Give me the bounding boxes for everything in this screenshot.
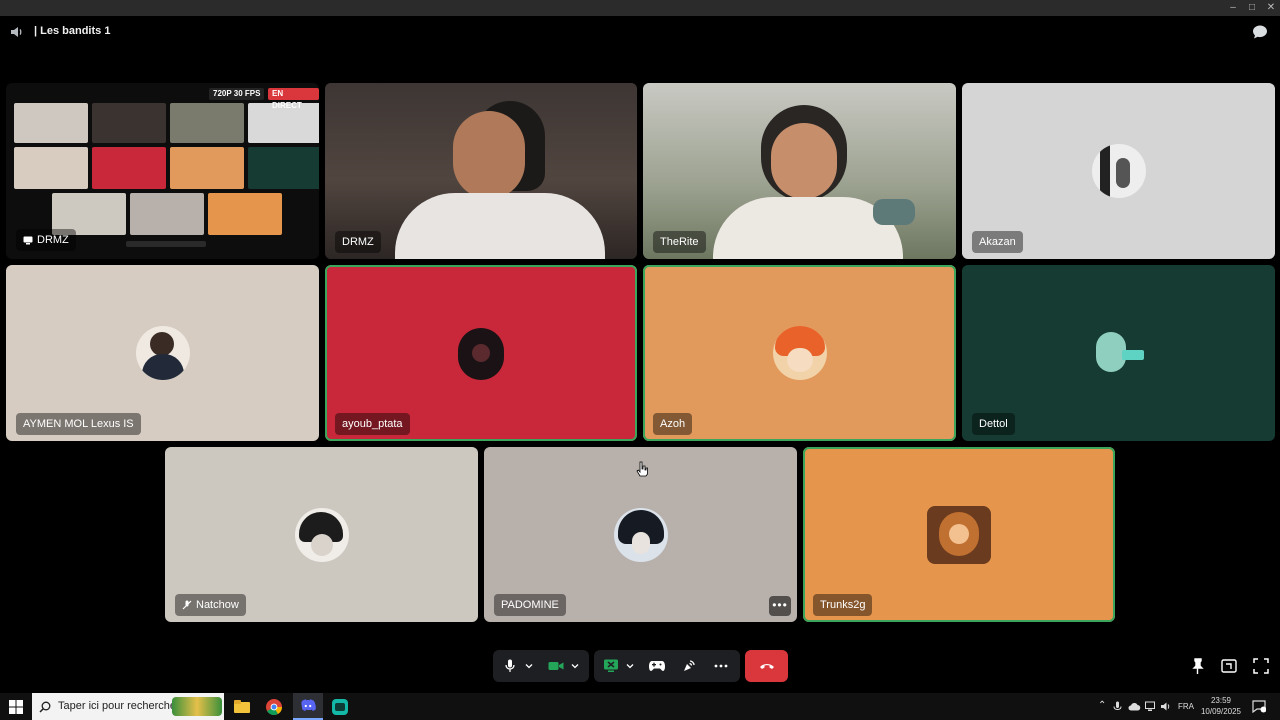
avatar [772,326,827,380]
participant-name: Akazan [972,231,1023,253]
tray-cloud-icon[interactable] [1128,702,1141,711]
soundboard-icon [684,660,695,671]
participant-name: Azoh [653,413,693,435]
avatar-tile-trunks2g[interactable]: Trunks2g [803,447,1115,622]
avatar [1091,326,1146,380]
participant-name: PADOMINE [494,594,566,616]
chevron-down-icon [525,664,533,669]
video-tile-therite[interactable]: TheRite [643,83,956,259]
avatar [1091,144,1146,198]
avatar-tile-ayoub[interactable]: ayoub_ptata [325,265,637,441]
popout-icon[interactable] [1220,657,1238,675]
file-explorer-icon[interactable] [231,696,253,718]
avatar [454,326,508,380]
chrome-icon[interactable] [263,696,285,718]
chat-bubble-icon[interactable] [1252,24,1268,40]
search-icon [39,701,51,713]
screen-share-icon [604,659,618,672]
fullscreen-icon[interactable] [1252,657,1270,675]
game-app-icon[interactable] [329,696,351,718]
search-highlight-image [172,697,222,716]
avatar [927,505,991,564]
tray-clock-time[interactable]: 23:59 [1198,696,1244,705]
chevron-down-icon [626,664,634,669]
participant-name: AYMEN MOL Lexus IS [16,413,141,435]
stream-tile-drmz[interactable]: 720P 30 FPS EN DIRECT DRMZ [6,83,319,259]
tray-volume-icon[interactable] [1160,701,1172,712]
camera-options-button[interactable] [565,650,585,682]
notification-center-icon[interactable] [1252,700,1266,713]
hang-up-icon [759,664,774,669]
stream-quality-badge: 720P 30 FPS [209,88,265,100]
taskbar-discord-active[interactable] [293,693,323,720]
avatar [135,326,190,380]
minimize-icon[interactable]: – [1224,0,1242,16]
participant-name: Trunks2g [813,594,873,616]
tray-expand-icon[interactable]: ⌃ [1098,700,1106,711]
participant-name: Dettol [972,413,1015,435]
avatar-tile-dettol[interactable]: Dettol [962,265,1275,441]
channel-header: | Les bandits 1 [0,16,1280,48]
participant-name: DRMZ [16,229,76,251]
windows-start-icon[interactable] [9,700,23,714]
chevron-down-icon [571,664,579,669]
disconnect-button[interactable] [745,650,788,682]
camera-icon [548,662,564,670]
hand-cursor-icon [636,461,648,477]
participant-name-label: DRMZ [37,234,69,246]
soundboard-button[interactable] [676,650,702,682]
tile-more-options-button[interactable]: ••• [769,596,791,616]
gamepad-icon [649,661,665,672]
pin-icon[interactable] [1188,657,1206,675]
participant-name: TheRite [653,231,706,253]
avatar [294,507,349,562]
channel-title: | Les bandits 1 [34,25,111,37]
close-icon[interactable]: ✕ [1262,0,1280,16]
avatar [613,507,668,562]
window-titlebar: – □ ✕ [0,0,1280,16]
more-options-button[interactable] [708,650,734,682]
speaker-icon [11,27,22,37]
participant-name-label: Natchow [196,599,239,611]
avatar-tile-aymen[interactable]: AYMEN MOL Lexus IS [6,265,319,441]
tray-network-icon[interactable] [1145,701,1157,712]
video-tile-drmz[interactable]: DRMZ [325,83,637,259]
muted-mic-icon [182,600,192,610]
discord-icon [301,699,316,712]
screen-share-options-button[interactable] [620,650,640,682]
microphone-icon [505,659,515,672]
windows-taskbar: Taper ici pour rechercher ⌃ FRA 23:59 10… [0,693,1280,720]
ellipsis-icon [714,664,728,668]
tray-clock-date[interactable]: 10/09/2025 [1198,707,1244,716]
avatar-tile-natchow[interactable]: Natchow [165,447,478,622]
mic-options-button[interactable] [519,650,539,682]
avatar-tile-akazan[interactable]: Akazan [962,83,1275,259]
activity-controls [594,650,740,682]
live-badge: EN DIRECT [268,88,319,110]
screen-share-icon [23,236,33,245]
participant-name: ayoub_ptata [335,413,410,435]
participant-name: DRMZ [335,231,381,253]
audio-video-controls [493,650,589,682]
participant-name: Natchow [175,594,246,616]
tray-mic-icon[interactable] [1113,701,1122,713]
discord-app: – □ ✕ | Les bandits 1 720P 30 FPS EN DIR… [0,0,1280,720]
activities-button[interactable] [644,650,670,682]
avatar-tile-azoh[interactable]: Azoh [643,265,956,441]
maximize-icon[interactable]: □ [1243,0,1261,16]
tray-language[interactable]: FRA [1176,702,1196,711]
